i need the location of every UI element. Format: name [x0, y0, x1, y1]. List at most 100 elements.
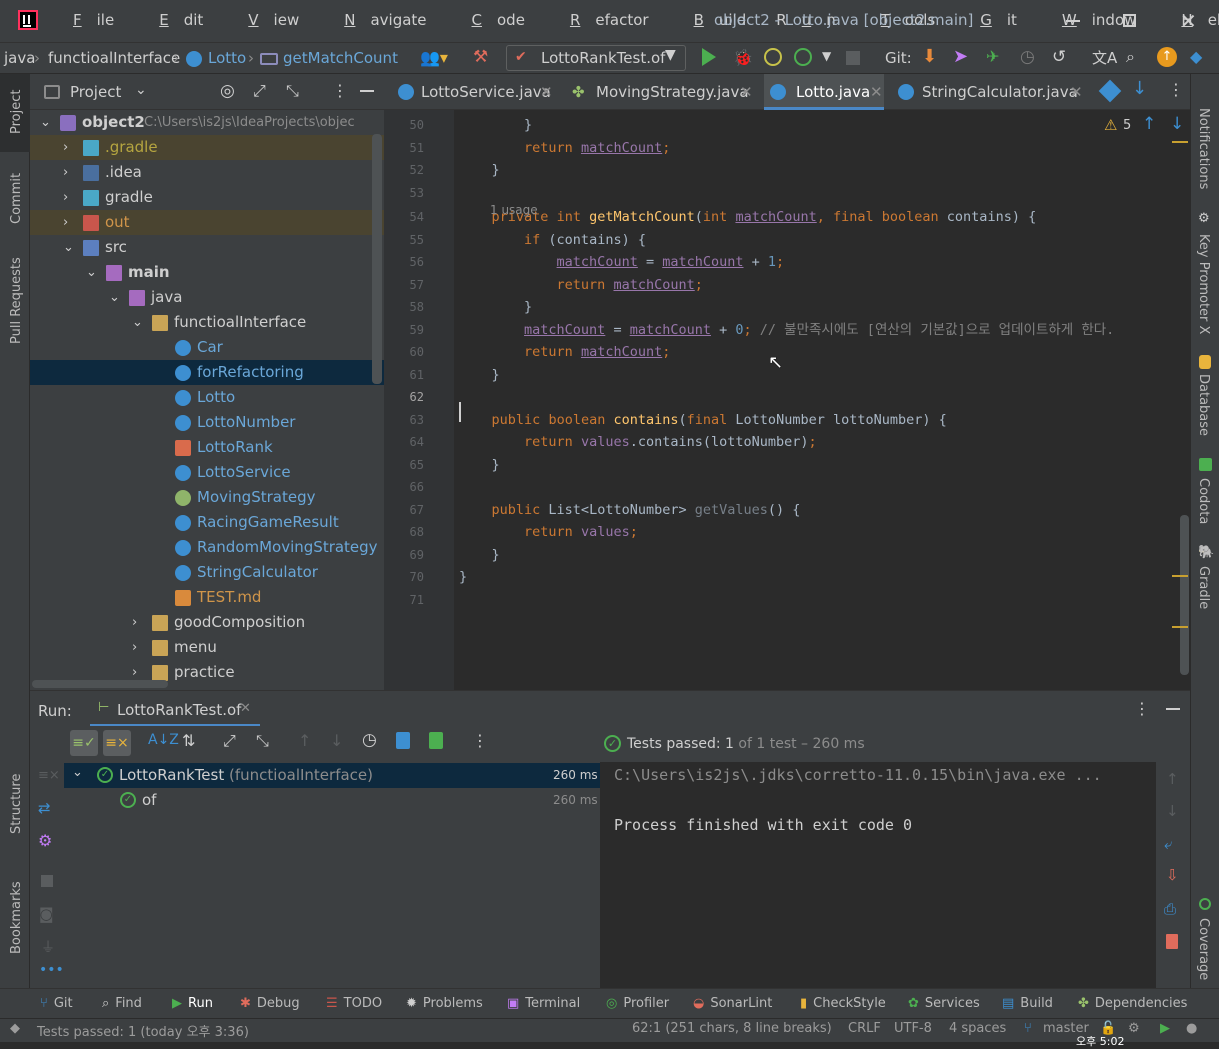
- menu-item[interactable]: View: [233, 11, 314, 29]
- tree-item[interactable]: ⌄ functioalInterface: [30, 310, 384, 335]
- export-tests-icon[interactable]: [429, 732, 443, 749]
- chevron-down-icon[interactable]: ⌄: [135, 82, 147, 98]
- tool-notifications[interactable]: Notifications: [1196, 108, 1211, 189]
- prev-highlight-icon[interactable]: ↑: [1142, 114, 1156, 134]
- tool-window-checkstyle[interactable]: ▮ CheckStyle: [800, 996, 886, 1011]
- warning-stripe[interactable]: [1172, 626, 1188, 628]
- breadcrumb-package[interactable]: functioalInterface: [48, 49, 180, 67]
- expand-all-icon[interactable]: ⤢: [253, 81, 266, 101]
- warning-icon[interactable]: ⚠: [1104, 116, 1117, 134]
- test-suite-name[interactable]: LottoRankTest (functioalInterface): [119, 766, 373, 784]
- chevron-right-icon[interactable]: ›: [63, 210, 68, 235]
- tree-item[interactable]: LottoRank: [30, 435, 384, 460]
- tree-item[interactable]: ⌄ src: [30, 235, 384, 260]
- inspection-icon[interactable]: ⚙: [1128, 1021, 1140, 1036]
- pin-icon[interactable]: ⏚: [41, 937, 55, 957]
- tool-window-dependencies[interactable]: ✤ Dependencies: [1078, 996, 1187, 1011]
- tool-window-run[interactable]: ▶ Run: [172, 996, 213, 1011]
- tree-item[interactable]: forRefactoring: [30, 360, 384, 385]
- show-passed-icon[interactable]: ≡✓: [70, 730, 98, 756]
- tree-item[interactable]: LottoNumber: [30, 410, 384, 435]
- breadcrumb-method[interactable]: getMatchCount: [283, 49, 398, 67]
- code-with-me-icon[interactable]: ▶: [1160, 1021, 1170, 1036]
- tool-window-terminal[interactable]: ▣ Terminal: [507, 996, 580, 1011]
- chevron-down-icon[interactable]: ⌄: [109, 285, 120, 310]
- options-icon[interactable]: ⋮: [332, 81, 348, 100]
- indent-setting[interactable]: 4 spaces: [949, 1021, 1006, 1036]
- tree-scrollbar[interactable]: [372, 134, 382, 384]
- tab-options-icon[interactable]: ⋮: [1168, 80, 1184, 99]
- warning-count[interactable]: 5: [1123, 118, 1131, 133]
- arrow-down-icon[interactable]: ↓: [1132, 78, 1147, 99]
- console-down-icon[interactable]: ↓: [1166, 802, 1179, 820]
- chevron-down-icon[interactable]: ⌄: [72, 765, 83, 780]
- code-editor[interactable]: } return matchCount; } private int getMa…: [454, 110, 1190, 690]
- menu-item[interactable]: File: [58, 11, 129, 29]
- tree-item[interactable]: TEST.md: [30, 585, 384, 610]
- profile-icon[interactable]: [794, 48, 812, 66]
- close-tab-icon[interactable]: ✕: [740, 74, 753, 110]
- locate-icon[interactable]: ◎: [220, 81, 235, 101]
- stop-icon[interactable]: [41, 875, 53, 887]
- tab-lotto-active[interactable]: Lotto.java ✕: [764, 74, 884, 110]
- tool-pull-requests[interactable]: Pull Requests: [9, 257, 24, 344]
- tree-item[interactable]: › gradle: [30, 185, 384, 210]
- warning-stripe[interactable]: [1172, 141, 1188, 143]
- update-icon[interactable]: ↑: [1157, 47, 1177, 67]
- tool-window-problems[interactable]: ✹ Problems: [406, 996, 483, 1011]
- show-ignored-icon[interactable]: ≡×: [103, 730, 131, 756]
- tool-window-profiler[interactable]: ◎ Profiler: [606, 996, 669, 1011]
- plugin-icon[interactable]: ◆: [1190, 47, 1202, 66]
- scroll-to-end-icon[interactable]: ⇩: [1166, 866, 1179, 884]
- tree-item[interactable]: StringCalculator: [30, 560, 384, 585]
- stop-icon[interactable]: [846, 51, 860, 65]
- tree-item[interactable]: › out: [30, 210, 384, 235]
- menu-item[interactable]: Navigate: [329, 11, 441, 29]
- recent-files-icon[interactable]: [1098, 79, 1122, 103]
- tree-h-scrollbar[interactable]: [32, 680, 168, 688]
- tree-item[interactable]: MovingStrategy: [30, 485, 384, 510]
- menu-item[interactable]: Refactor: [555, 11, 664, 29]
- more-icon[interactable]: •••: [39, 962, 64, 978]
- soft-wrap-icon[interactable]: ⤶: [1164, 835, 1172, 853]
- settings-icon[interactable]: ⚙: [38, 831, 52, 850]
- trash-icon[interactable]: [1166, 934, 1178, 949]
- close-window-button[interactable]: ✕: [1180, 9, 1197, 33]
- menu-item[interactable]: Code: [457, 11, 540, 29]
- warning-stripe[interactable]: [1172, 575, 1188, 577]
- menu-item[interactable]: Edit: [144, 11, 218, 29]
- tree-item[interactable]: ⌄ java: [30, 285, 384, 310]
- minimize-button[interactable]: [1066, 20, 1080, 22]
- close-tab-icon[interactable]: ✕: [870, 74, 883, 110]
- more-options-icon[interactable]: ⋮: [472, 731, 488, 750]
- tool-gradle[interactable]: Gradle: [1196, 566, 1211, 609]
- close-tab-icon[interactable]: ✕: [540, 74, 553, 110]
- collapse-all-icon[interactable]: ⤡: [256, 731, 269, 751]
- chevron-down-icon[interactable]: ⌄: [63, 235, 74, 260]
- next-failed-icon[interactable]: ↓: [330, 731, 343, 750]
- run-icon[interactable]: [702, 48, 716, 66]
- tool-window-find[interactable]: ⌕ Find: [102, 996, 142, 1011]
- tool-window-build[interactable]: ▤ Build: [1002, 996, 1053, 1011]
- users-icon[interactable]: 👥▾: [420, 48, 448, 67]
- tool-coverage[interactable]: Coverage: [1196, 918, 1211, 980]
- tree-item[interactable]: › .gradle: [30, 135, 384, 160]
- expand-all-icon[interactable]: ⤢: [223, 731, 236, 751]
- options-icon[interactable]: ⋮: [1134, 699, 1150, 718]
- close-tab-icon[interactable]: ✕: [240, 701, 251, 716]
- collapse-all-icon[interactable]: ⤡: [286, 81, 299, 101]
- tree-item[interactable]: RandomMovingStrategy: [30, 535, 384, 560]
- chevron-down-icon[interactable]: ⌄: [132, 310, 143, 335]
- next-highlight-icon[interactable]: ↓: [1170, 114, 1184, 134]
- debug-icon[interactable]: 🐞: [733, 48, 753, 67]
- line-separator[interactable]: CRLF: [848, 1021, 881, 1036]
- tree-item[interactable]: Lotto: [30, 385, 384, 410]
- tool-project[interactable]: Project: [9, 90, 24, 134]
- editor-scrollbar[interactable]: [1180, 515, 1189, 675]
- chevron-down-icon[interactable]: ⌄: [40, 110, 51, 135]
- tool-database[interactable]: Database: [1196, 374, 1211, 436]
- chevron-right-icon[interactable]: ›: [132, 610, 137, 635]
- tree-item[interactable]: › goodComposition: [30, 610, 384, 635]
- tree-item[interactable]: LottoService: [30, 460, 384, 485]
- sort-duration-icon[interactable]: ⇅: [182, 731, 195, 750]
